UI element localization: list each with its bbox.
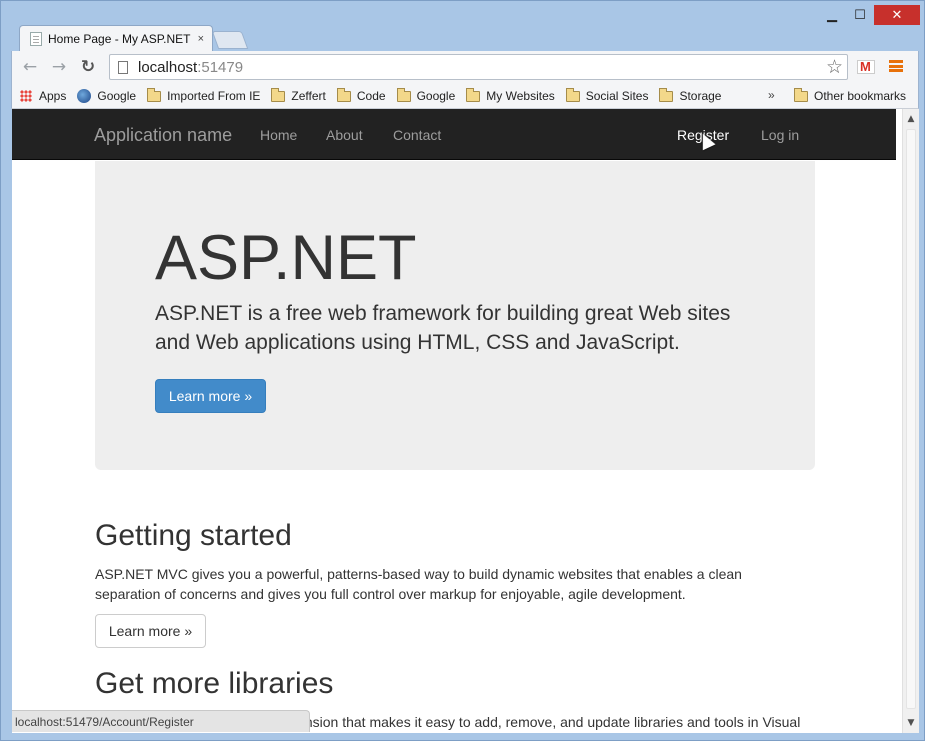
jumbotron: ASP.NET ASP.NET is a free web framework …	[95, 161, 815, 470]
status-bar: localhost:51479/Account/Register	[12, 710, 310, 732]
getting-started-text: ASP.NET MVC gives you a powerful, patter…	[95, 566, 742, 602]
bookmark-google-folder[interactable]: Google	[396, 87, 456, 103]
bookmark-imported-from-ie[interactable]: Imported From IE	[147, 87, 261, 103]
minimize-button[interactable]: ▁	[818, 5, 846, 25]
browser-window: ▁ ☐ ✕ Home Page - My ASP.NET × ← → ↻ loc…	[0, 0, 925, 741]
window-controls: ▁ ☐ ✕	[818, 5, 920, 25]
bookmark-label: Google	[416, 89, 456, 103]
tab-title: Home Page - My ASP.NET	[48, 32, 191, 46]
bookmark-label: Storage	[679, 89, 722, 103]
folder-icon	[147, 87, 162, 102]
folder-icon	[659, 87, 674, 102]
bookmark-storage[interactable]: Storage	[659, 87, 722, 103]
site-brand-link[interactable]: Application name	[94, 125, 232, 146]
bookmark-my-websites[interactable]: My Websites	[466, 87, 555, 103]
address-bar[interactable]: localhost:51479 ☆	[109, 54, 848, 80]
folder-icon	[336, 87, 351, 102]
folder-icon	[565, 87, 580, 102]
back-button[interactable]: ←	[20, 57, 40, 77]
maximize-button[interactable]: ☐	[846, 5, 874, 25]
nav-login-link[interactable]: Log in	[761, 127, 799, 143]
folder-icon	[794, 87, 808, 102]
bookmark-label: Zeffert	[291, 89, 326, 103]
bookmark-social-sites[interactable]: Social Sites	[565, 87, 649, 103]
nav-about-link[interactable]: About	[326, 127, 363, 143]
bookmark-label: Social Sites	[585, 89, 649, 103]
tab-close-icon[interactable]: ×	[198, 33, 204, 45]
page-viewport: Application name Home About Contact Regi…	[12, 109, 919, 733]
forward-button[interactable]: →	[49, 57, 69, 77]
new-tab-button[interactable]	[211, 31, 249, 49]
site-navbar: Application name Home About Contact Regi…	[12, 109, 896, 160]
browser-tab[interactable]: Home Page - My ASP.NET ×	[19, 25, 213, 52]
bookmark-label: Google	[97, 89, 137, 103]
page-favicon-icon	[30, 32, 42, 46]
url-host: localhost	[138, 58, 198, 76]
folder-icon	[271, 87, 286, 102]
bookmarks-overflow-icon[interactable]: »	[768, 88, 775, 102]
bookmark-google[interactable]: Google	[77, 89, 136, 103]
globe-icon	[77, 89, 92, 103]
gmail-extension-icon[interactable]	[857, 59, 875, 74]
chrome-menu-icon[interactable]	[889, 60, 903, 72]
scroll-down-icon[interactable]: ▼	[903, 715, 919, 731]
folder-icon	[396, 87, 411, 102]
browser-toolbar: ← → ↻ localhost:51479 ☆	[11, 51, 919, 84]
url-port: :51479	[197, 58, 244, 76]
folder-icon	[466, 87, 481, 102]
title-bar: ▁ ☐ ✕ Home Page - My ASP.NET ×	[1, 1, 924, 52]
scroll-thumb[interactable]	[906, 129, 916, 709]
close-window-button[interactable]: ✕	[874, 5, 920, 25]
apps-grid-icon	[20, 90, 32, 102]
bookmark-apps[interactable]: Apps	[20, 89, 66, 103]
bookmark-star-icon[interactable]: ☆	[826, 56, 843, 78]
bookmark-label: Imported From IE	[167, 89, 261, 103]
bookmark-label: My Websites	[486, 89, 555, 103]
getting-started-learn-more-button[interactable]: Learn more »	[95, 614, 206, 648]
nav-contact-link[interactable]: Contact	[393, 127, 441, 143]
get-more-libraries-title: Get more libraries	[95, 667, 334, 700]
vertical-scrollbar[interactable]: ▲ ▼	[902, 109, 919, 733]
jumbotron-title: ASP.NET	[155, 223, 417, 293]
bookmark-label: Code	[356, 89, 386, 103]
bookmark-zeffert[interactable]: Zeffert	[271, 87, 326, 103]
reload-button[interactable]: ↻	[78, 57, 98, 77]
bookmark-label: Other bookmarks	[814, 89, 907, 103]
nav-home-link[interactable]: Home	[260, 127, 297, 143]
page-icon	[118, 60, 128, 74]
other-bookmarks[interactable]: Other bookmarks	[794, 87, 907, 103]
bookmark-code[interactable]: Code	[336, 87, 386, 103]
getting-started-title: Getting started	[95, 519, 292, 552]
learn-more-primary-button[interactable]: Learn more »	[155, 379, 266, 413]
scroll-up-icon[interactable]: ▲	[903, 111, 919, 127]
bookmarks-bar: Apps Google Imported From IE Zeffert Cod…	[11, 84, 919, 109]
jumbotron-lead: ASP.NET is a free web framework for buil…	[155, 302, 731, 354]
bookmark-label: Apps	[39, 89, 67, 103]
